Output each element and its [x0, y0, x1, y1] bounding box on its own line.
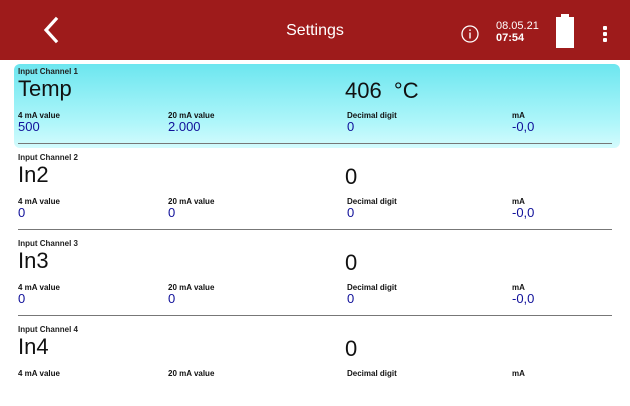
channel-label: Input Channel 4: [18, 325, 78, 334]
field-value: 0: [168, 205, 176, 220]
channel-label: Input Channel 2: [18, 153, 78, 162]
field-value: -0,0: [512, 205, 535, 220]
chevron-left-icon: [43, 16, 59, 44]
field-value: 0: [168, 291, 176, 306]
time-text: 07:54: [496, 32, 525, 44]
field-value: -0,0: [512, 119, 535, 134]
divider: [18, 229, 612, 230]
field-label: Decimal digit: [347, 111, 397, 120]
info-circle-icon: [461, 25, 479, 43]
channel-name: In4: [18, 334, 49, 359]
channel-name: In2: [18, 162, 49, 187]
field-label: 20 mA value: [168, 369, 215, 378]
channel-item-3[interactable]: Input Channel 3 In3 0 4 mA value 0 20 mA valu…: [14, 236, 620, 320]
menu-dot: [603, 26, 607, 30]
menu-dot: [603, 32, 607, 36]
field-value: 500: [18, 119, 40, 134]
channel-label: Input Channel 1: [18, 67, 78, 76]
field-label: Decimal digit: [347, 197, 397, 206]
field-label: 4 mA value: [18, 369, 60, 378]
field-value: 0: [347, 119, 355, 134]
app-bar: Settings 08.05.21 07:54: [0, 0, 630, 60]
divider: [18, 315, 612, 316]
field-value: 0: [347, 291, 355, 306]
channel-name: Temp: [18, 76, 72, 101]
channel-label: Input Channel 3: [18, 239, 78, 248]
field-value: 0: [18, 291, 26, 306]
channel-reading: 0: [345, 336, 358, 361]
channel-reading: 0: [345, 164, 358, 189]
field-label: Decimal digit: [347, 283, 397, 292]
field-value: -0,0: [512, 291, 535, 306]
field-value: 0: [347, 205, 355, 220]
field-value: 0: [18, 205, 26, 220]
channel-name: In3: [18, 248, 49, 273]
field-label: Decimal digit: [347, 369, 397, 378]
more-vert-button[interactable]: [596, 24, 612, 44]
field-value: 2.000: [168, 119, 201, 134]
channel-reading: 0: [345, 250, 358, 275]
channel-item-4[interactable]: Input Channel 4 In4 0 4 mA value 20 mA value…: [14, 322, 620, 406]
back-button[interactable]: [36, 14, 68, 46]
field-label: mA: [512, 369, 525, 378]
date-time: 08.05.21 07:54: [496, 20, 539, 44]
menu-dot: [603, 38, 607, 42]
channel-reading: 406 °C: [345, 78, 419, 103]
channel-item-2[interactable]: Input Channel 2 In2 0 4 mA value 0 20 mA valu…: [14, 150, 620, 234]
channel-item-1[interactable]: Input Channel 1 Temp 406 °C 4 mA value 500 20…: [14, 64, 620, 148]
date-text: 08.05.21: [496, 20, 539, 32]
battery-full-icon: [556, 14, 574, 48]
info-button[interactable]: [460, 24, 480, 44]
divider: [18, 143, 612, 144]
